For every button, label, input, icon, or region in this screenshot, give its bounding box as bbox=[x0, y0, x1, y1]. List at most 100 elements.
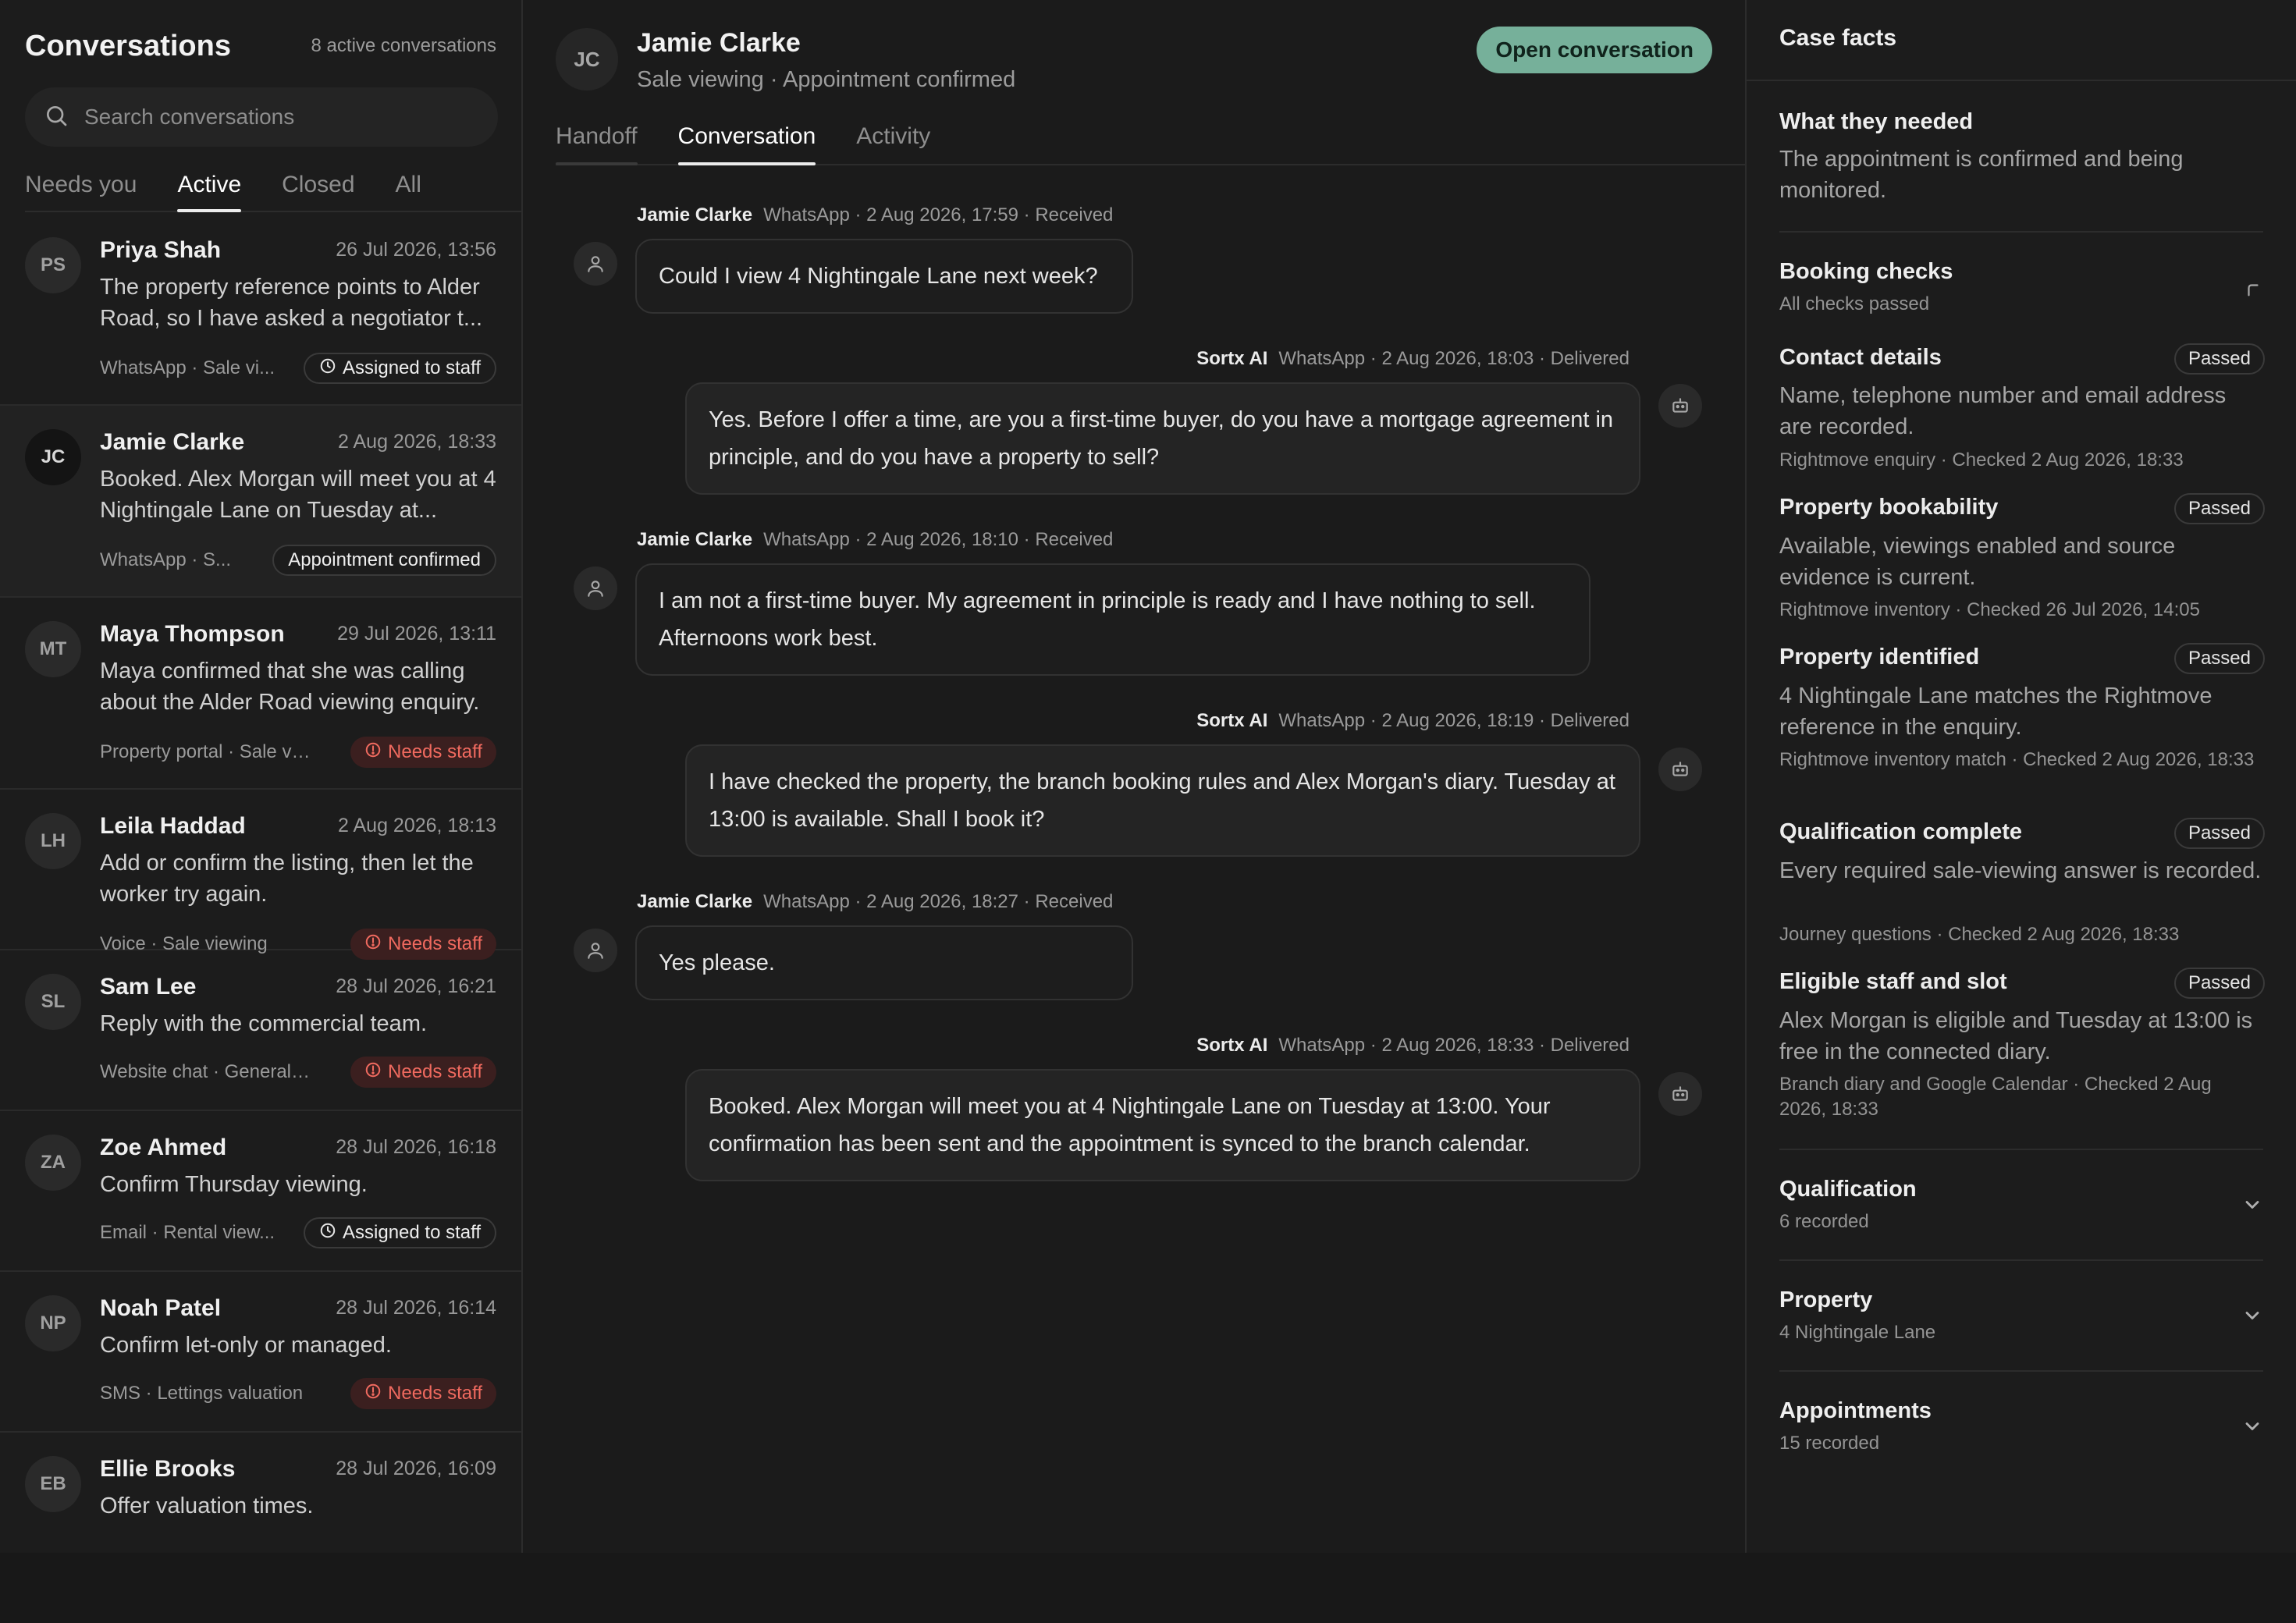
message-preview: Maya confirmed that she was calling abou… bbox=[100, 659, 480, 715]
status-badge: Needs staff bbox=[350, 1057, 496, 1088]
alert-circle-icon bbox=[364, 1061, 382, 1084]
bot-icon bbox=[1658, 384, 1702, 428]
tab-needs-you[interactable]: Needs you bbox=[25, 164, 137, 211]
avatar: EB bbox=[25, 1456, 81, 1512]
status-badge: Passed bbox=[2173, 493, 2265, 524]
message-preview: Offer valuation times. bbox=[100, 1493, 314, 1518]
status-badge-label: Appointment confirmed bbox=[288, 549, 481, 570]
contact-name: Leila Haddad bbox=[100, 813, 246, 839]
check-text: Available, viewings enabled and source e… bbox=[1779, 534, 2176, 590]
alert-circle-icon bbox=[364, 1383, 382, 1405]
user-icon bbox=[574, 242, 617, 286]
tab-active[interactable]: Active bbox=[177, 164, 241, 212]
message-header: Sortx AI WhatsApp · 2 Aug 2026, 18:33 · D… bbox=[1196, 1035, 1630, 1057]
status-badge-label: Assigned to staff bbox=[343, 357, 481, 378]
contact-name: Jamie Clarke bbox=[100, 429, 245, 455]
message-preview: The property reference points to Alder R… bbox=[100, 275, 483, 331]
user-icon bbox=[574, 566, 617, 610]
message-preview: Reply with the commercial team. bbox=[100, 1011, 428, 1036]
conversation-item[interactable]: ZA Zoe Ahmed 28 Jul 2026, 16:18 Confirm … bbox=[0, 1111, 521, 1272]
case-facts-panel: Case facts What they needed The appointm… bbox=[1747, 0, 2296, 1553]
message-preview: Booked. Alex Morgan will meet you at 4 N… bbox=[100, 467, 496, 523]
channel-meta: WhatsApp · S... bbox=[100, 549, 232, 570]
status-badge-label: Assigned to staff bbox=[343, 1222, 481, 1243]
status-badge: Needs staff bbox=[350, 1378, 496, 1409]
channel-meta: SMS · Lettings valuation bbox=[100, 1383, 304, 1404]
conversation-date: 28 Jul 2026, 16:21 bbox=[336, 975, 496, 997]
check-text: Name, telephone number and email address… bbox=[1779, 383, 2227, 439]
search-box[interactable] bbox=[25, 87, 498, 147]
check-title: Property bookability bbox=[1779, 495, 1999, 520]
conversation-item[interactable]: SL Sam Lee 28 Jul 2026, 16:21 Reply with… bbox=[0, 950, 521, 1111]
chevron-down-icon[interactable] bbox=[2241, 1415, 2263, 1437]
check-title: Qualification complete bbox=[1779, 819, 2022, 844]
chevron-down-icon[interactable] bbox=[2241, 1305, 2263, 1326]
conversation-item[interactable]: MT Maya Thompson 29 Jul 2026, 13:11 Maya… bbox=[0, 598, 521, 790]
contact-name: Priya Shah bbox=[100, 237, 222, 263]
divider bbox=[1747, 80, 2296, 81]
contact-name-header: Jamie Clarke bbox=[637, 28, 801, 58]
section-summary: 4 Nightingale Lane bbox=[1779, 1322, 1936, 1343]
status-badge-label: Needs staff bbox=[388, 741, 482, 762]
avatar: MT bbox=[25, 621, 81, 677]
conversation-list: PS Priya Shah 26 Jul 2026, 13:56 The pro… bbox=[0, 214, 521, 1553]
clock-icon bbox=[319, 1222, 336, 1245]
collapse-icon[interactable] bbox=[2244, 281, 2262, 298]
tab-closed[interactable]: Closed bbox=[282, 164, 354, 211]
need-text: The appointment is confirmed and being m… bbox=[1779, 147, 2184, 203]
tab-handoff[interactable]: Handoff bbox=[556, 117, 638, 165]
divider bbox=[1779, 1370, 2263, 1372]
booking-checks-summary: All checks passed bbox=[1779, 293, 1930, 314]
user-icon bbox=[574, 929, 617, 972]
message-sender: Sortx AI bbox=[1196, 348, 1268, 369]
contact-name: Sam Lee bbox=[100, 974, 197, 1000]
message-header: Jamie Clarke WhatsApp · 2 Aug 2026, 18:10… bbox=[637, 529, 1113, 551]
check-source: Rightmove enquiry · Checked 2 Aug 2026, … bbox=[1779, 449, 2184, 471]
conversation-panel: JC Jamie Clarke Sale viewing · Appointme… bbox=[523, 0, 1747, 1553]
section-title: Appointments bbox=[1779, 1398, 1932, 1423]
avatar: PS bbox=[25, 237, 81, 293]
check-source: Rightmove inventory match · Checked 2 Au… bbox=[1779, 749, 2255, 770]
conversation-subtitle: Sale viewing · Appointment confirmed bbox=[637, 67, 1016, 92]
conversation-item[interactable]: PS Priya Shah 26 Jul 2026, 13:56 The pro… bbox=[0, 214, 521, 406]
contact-name: Ellie Brooks bbox=[100, 1456, 236, 1482]
conversation-date: 2 Aug 2026, 18:33 bbox=[338, 431, 496, 453]
message-sender: Jamie Clarke bbox=[637, 529, 753, 550]
conversation-item[interactable]: NP Noah Patel 28 Jul 2026, 16:14 Confirm… bbox=[0, 1272, 521, 1433]
message-preview: Add or confirm the listing, then let the… bbox=[100, 851, 474, 907]
conversation-item[interactable]: EB Ellie Brooks 28 Jul 2026, 16:09 Offer… bbox=[0, 1433, 521, 1553]
divider bbox=[1779, 1149, 2263, 1150]
avatar: LH bbox=[25, 813, 81, 869]
tab-activity[interactable]: Activity bbox=[856, 117, 930, 164]
tab-all[interactable]: All bbox=[396, 164, 421, 211]
status-badge-label: Needs staff bbox=[388, 1383, 482, 1404]
channel-meta: WhatsApp · Sale vi... bbox=[100, 357, 275, 378]
search-input[interactable] bbox=[84, 105, 459, 130]
check-text: Alex Morgan is eligible and Tuesday at 1… bbox=[1779, 1008, 2253, 1064]
avatar: JC bbox=[25, 429, 81, 485]
conversation-sidebar: Conversations 8 active conversations Nee… bbox=[0, 0, 523, 1553]
status-badge: Passed bbox=[2173, 343, 2265, 375]
message-sender: Sortx AI bbox=[1196, 710, 1268, 731]
open-conversation-button[interactable]: Open conversation bbox=[1477, 27, 1712, 73]
avatar: SL bbox=[25, 974, 81, 1030]
message-bubble: I am not a first-time buyer. My agreemen… bbox=[635, 563, 1590, 676]
need-title: What they needed bbox=[1779, 109, 1974, 134]
message-header: Sortx AI WhatsApp · 2 Aug 2026, 18:19 · D… bbox=[1196, 710, 1630, 732]
check-title: Eligible staff and slot bbox=[1779, 969, 2007, 994]
message-meta: WhatsApp · 2 Aug 2026, 18:10 · Received bbox=[763, 529, 1114, 550]
message-meta: WhatsApp · 2 Aug 2026, 18:27 · Received bbox=[763, 891, 1114, 912]
message-meta: WhatsApp · 2 Aug 2026, 18:19 · Delivered bbox=[1278, 710, 1630, 731]
divider bbox=[1779, 1259, 2263, 1261]
conversation-item[interactable]: LH Leila Haddad 2 Aug 2026, 18:13 Add or… bbox=[0, 790, 521, 960]
chevron-down-icon[interactable] bbox=[2241, 1194, 2263, 1216]
message-preview: Confirm Thursday viewing. bbox=[100, 1172, 368, 1197]
message-header: Sortx AI WhatsApp · 2 Aug 2026, 18:03 · D… bbox=[1196, 348, 1630, 370]
conversation-item-selected[interactable]: JC Jamie Clarke 2 Aug 2026, 18:33 Booked… bbox=[0, 406, 521, 598]
channel-meta: Email · Rental view... bbox=[100, 1222, 275, 1243]
section-summary: 6 recorded bbox=[1779, 1211, 1869, 1232]
bot-icon bbox=[1658, 748, 1702, 791]
message-bubble: Could I view 4 Nightingale Lane next wee… bbox=[635, 239, 1133, 314]
tab-conversation[interactable]: Conversation bbox=[677, 117, 816, 165]
conversation-date: 28 Jul 2026, 16:14 bbox=[336, 1297, 496, 1319]
